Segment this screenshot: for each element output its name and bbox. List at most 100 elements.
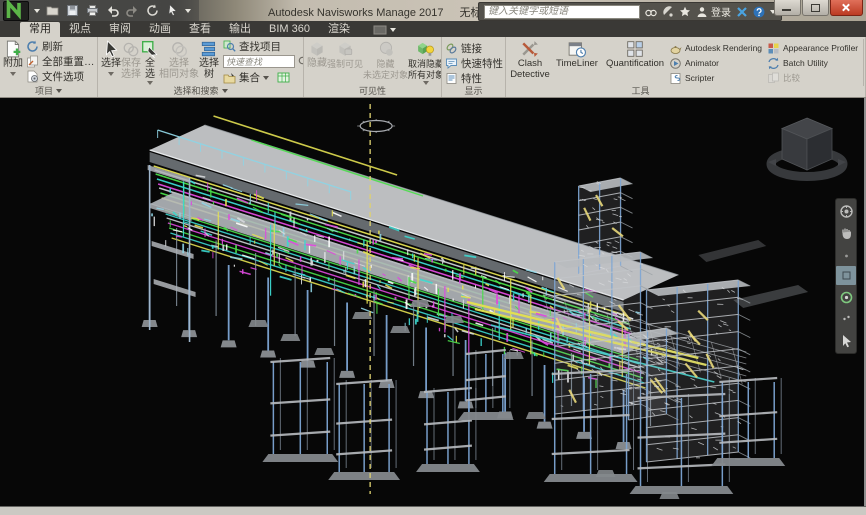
tab-animation[interactable]: 动画	[140, 22, 180, 37]
require-icon	[336, 40, 354, 58]
open-icon[interactable]	[45, 3, 60, 18]
properties-button[interactable]: 特性	[445, 71, 503, 85]
properties-icon	[445, 72, 458, 85]
tab-review[interactable]: 审阅	[100, 22, 140, 37]
save-selection-button[interactable]: 保存 选择	[121, 39, 141, 86]
display-group-label: 显示	[442, 85, 505, 97]
tab-home[interactable]: 常用	[20, 22, 60, 37]
file-options-icon	[26, 70, 39, 83]
communication-center-icon[interactable]	[662, 6, 674, 18]
hide-icon	[308, 40, 326, 58]
full-navigation-wheel-icon[interactable]	[836, 202, 856, 221]
hide-button[interactable]: 隐藏	[307, 39, 327, 86]
select-all-button[interactable]: 全 选	[141, 39, 159, 86]
project-group-label[interactable]: 项目	[0, 85, 97, 97]
tab-view[interactable]: 查看	[180, 22, 220, 37]
clash-detective-icon	[521, 40, 539, 58]
quick-find-input[interactable]	[223, 55, 295, 68]
search-binoculars-icon[interactable]	[645, 6, 657, 18]
scripter-button[interactable]: Scripter	[669, 71, 765, 85]
model-canvas	[0, 98, 864, 506]
select-icon	[102, 40, 120, 58]
orbit-active-icon[interactable]	[836, 266, 856, 285]
tab-output[interactable]: 输出	[220, 22, 260, 37]
selection-tree-button[interactable]: 选择 树	[199, 39, 219, 86]
appearance-profiler-button[interactable]: Appearance Profiler	[767, 41, 863, 55]
quick-access-toolbar	[0, 0, 199, 21]
unhide-all-button[interactable]: 取消隐藏 所有对象	[408, 39, 442, 86]
tools-group-label: 工具	[506, 85, 775, 97]
file-options-button[interactable]: 文件选项	[26, 69, 98, 83]
animator-icon	[669, 57, 682, 70]
redo-icon[interactable]	[125, 3, 140, 18]
quantification-button[interactable]: Quantification	[603, 39, 667, 86]
window-bottom-edge	[0, 506, 866, 515]
select-button[interactable]: 选择	[101, 39, 121, 86]
selection-tree-icon	[200, 40, 218, 58]
qat-customize-dropdown-arrow[interactable]	[185, 9, 191, 13]
look-around-icon[interactable]	[836, 309, 856, 328]
restore-button[interactable]	[802, 0, 829, 16]
title-bar: Autodesk Navisworks Manage 2017无标题 登录	[0, 0, 866, 22]
favorites-star-icon[interactable]	[679, 6, 691, 18]
autodesk-rendering-icon	[669, 42, 682, 55]
infocenter-search-input[interactable]	[484, 5, 640, 19]
sets-button[interactable]: 集合	[223, 71, 269, 85]
links-button[interactable]: 链接	[445, 41, 503, 55]
quantification-icon	[626, 40, 644, 58]
viewport-3d[interactable]	[0, 98, 866, 506]
exchange-apps-icon[interactable]	[736, 6, 748, 18]
scripter-icon	[669, 72, 682, 85]
compare-button[interactable]: 比较	[767, 71, 863, 85]
sets-icon	[223, 71, 236, 84]
tab-viewpoint[interactable]: 视点	[60, 22, 100, 37]
append-button[interactable]: 附加	[3, 39, 23, 86]
refresh-button[interactable]: 刷新	[26, 39, 98, 53]
zoom-icon[interactable]	[836, 245, 856, 264]
refresh-model-icon[interactable]	[145, 3, 160, 18]
batch-utility-button[interactable]: Batch Utility	[767, 56, 863, 70]
quick-properties-button[interactable]: 快速特性	[445, 56, 503, 70]
tab-bim360[interactable]: BIM 360	[260, 22, 319, 37]
save-icon[interactable]	[65, 3, 80, 18]
navigation-bar	[835, 198, 857, 354]
find-items-icon	[223, 40, 236, 53]
infocenter: 登录	[478, 2, 782, 21]
reset-all-button[interactable]: 全部重置…	[26, 54, 98, 68]
selection-inspector-icon[interactable]	[277, 71, 290, 84]
select-cursor-icon[interactable]	[165, 3, 180, 18]
unhide-all-icon	[417, 40, 435, 58]
sign-in-button[interactable]: 登录	[696, 4, 731, 19]
timeliner-button[interactable]: TimeLiner	[551, 39, 603, 86]
animator-button[interactable]: Animator	[669, 56, 765, 70]
orbit-icon[interactable]	[836, 288, 856, 307]
undo-icon[interactable]	[105, 3, 120, 18]
find-items-button[interactable]: 查找项目	[223, 39, 304, 53]
navbar-select-arrow-icon[interactable]	[836, 331, 856, 350]
navisworks-logo[interactable]	[3, 1, 29, 21]
sign-in-label: 登录	[711, 4, 731, 19]
app-menu-dropdown-arrow[interactable]	[34, 9, 40, 13]
select-same-icon	[170, 40, 188, 58]
append-icon	[4, 40, 22, 58]
minimize-button[interactable]	[774, 0, 801, 16]
visibility-group-label: 可见性	[304, 85, 441, 97]
clash-detective-button[interactable]: Clash Detective	[509, 39, 551, 86]
print-icon[interactable]	[85, 3, 100, 18]
view-cube[interactable]	[762, 104, 852, 190]
select-same-button[interactable]: 选择 相同对象	[159, 39, 199, 86]
link-icon	[445, 42, 458, 55]
select-search-group-label[interactable]: 选择和搜索	[98, 85, 303, 97]
help-icon[interactable]	[753, 6, 765, 18]
autodesk-rendering-button[interactable]: Autodesk Rendering	[669, 41, 765, 55]
tab-render[interactable]: 渲染	[319, 22, 359, 37]
close-button[interactable]	[830, 0, 863, 16]
compare-icon	[767, 72, 780, 85]
appearance-profiler-icon	[767, 42, 780, 55]
require-button[interactable]: 强制可见	[327, 39, 363, 86]
ribbon-display-options[interactable]	[373, 25, 396, 35]
hide-unselected-button[interactable]: 隐藏 未选定对象	[363, 39, 408, 86]
quick-find-search-icon[interactable]	[297, 55, 304, 68]
pan-hand-icon[interactable]	[836, 224, 856, 243]
ribbon-group-display: 链接 快速特性 特性 显示	[442, 37, 506, 97]
